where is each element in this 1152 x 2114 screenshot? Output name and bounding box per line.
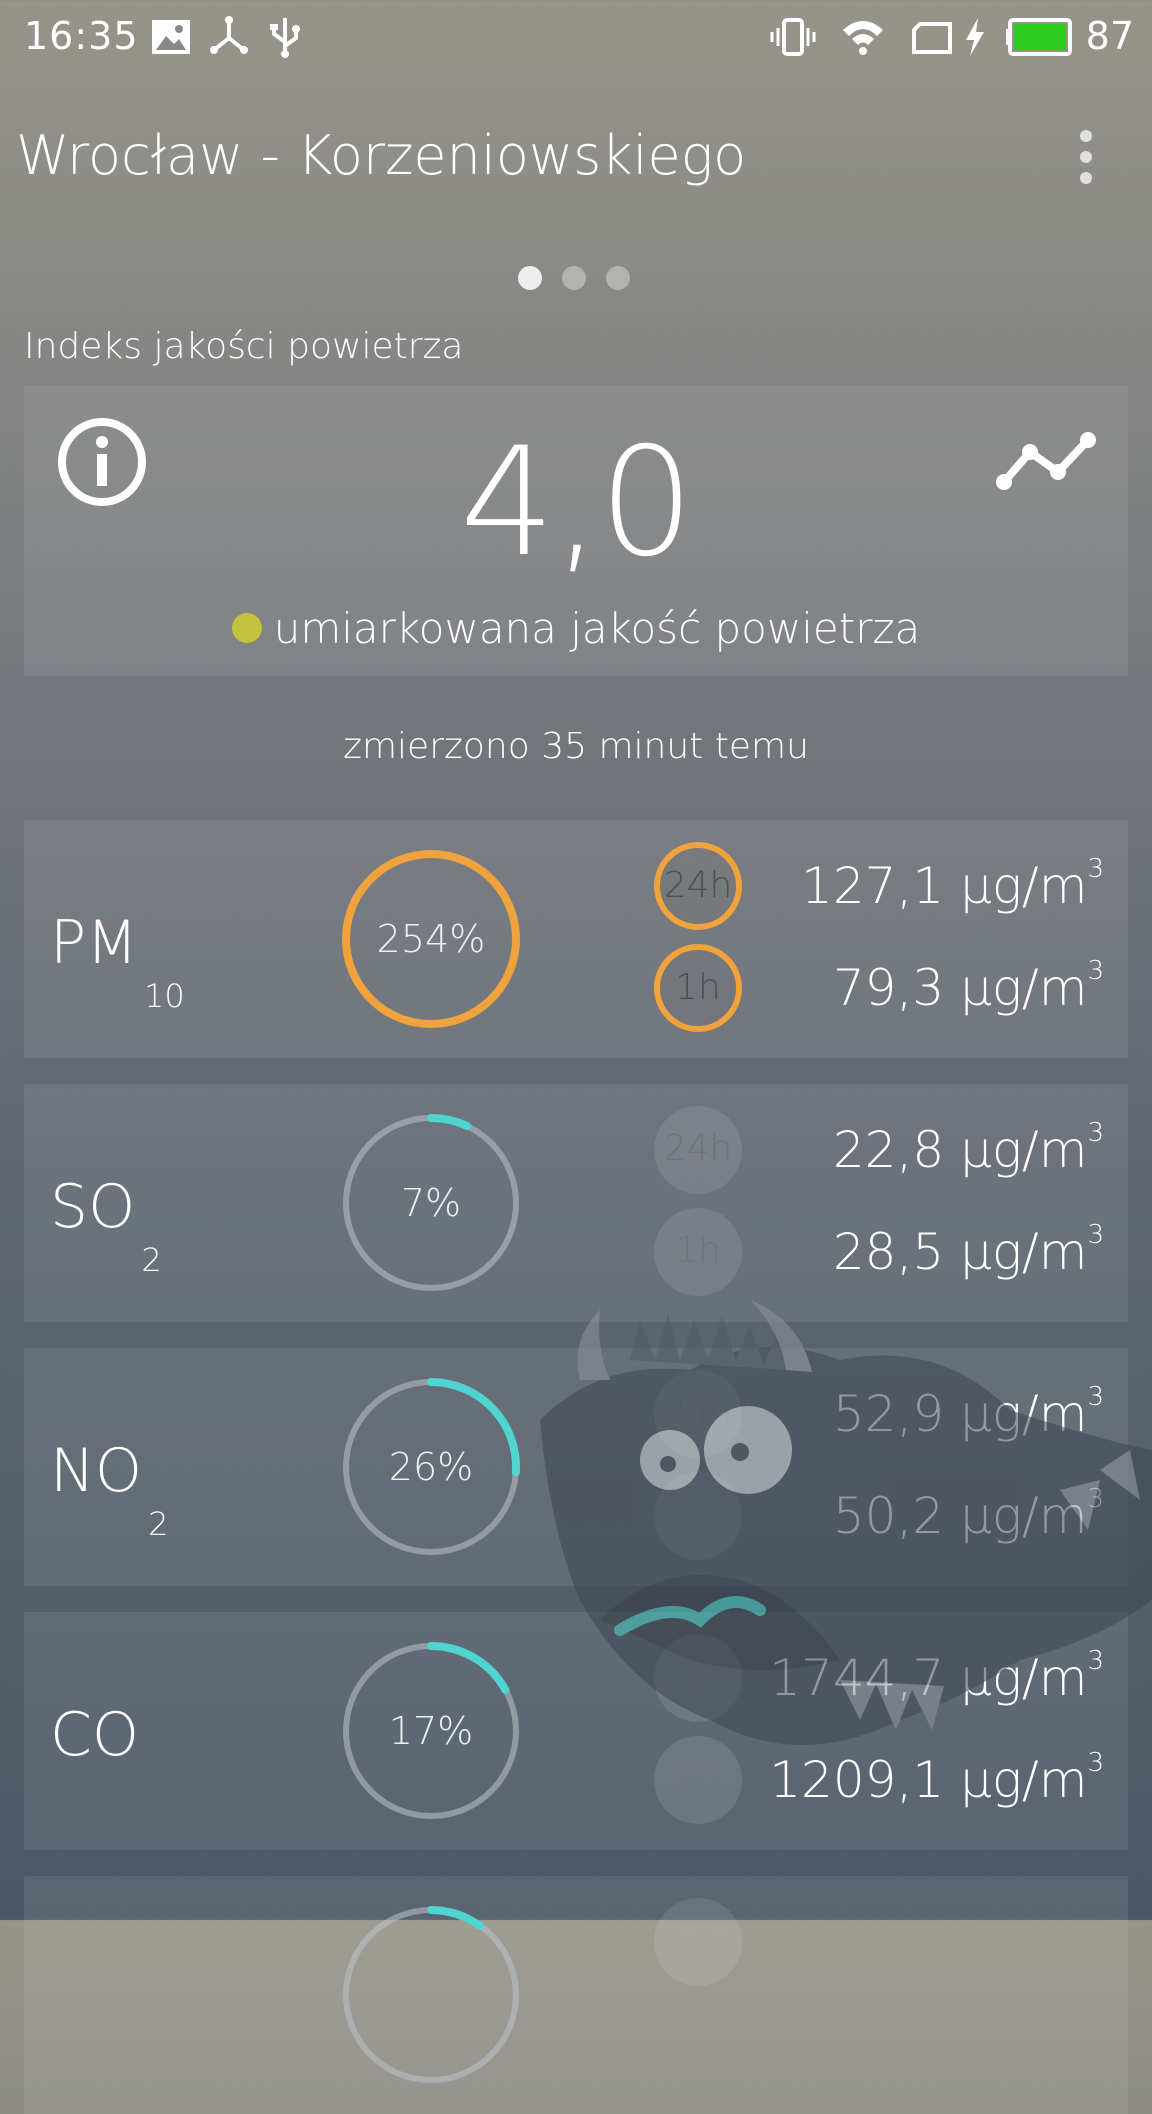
aqi-status: umiarkowana jakość powietrza [24,604,1128,653]
page-dot-2[interactable] [562,266,586,290]
value-1h: 50,2 µg/m3 [832,1484,1104,1545]
value-1h: 28,5 µg/m3 [832,1220,1104,1281]
page-title: Wrocław - Korzeniowskiego [16,124,747,187]
value-24h: 127,1 µg/m3 [801,854,1104,915]
value-1h: 79,3 µg/m3 [832,956,1104,1017]
page-indicator[interactable] [518,266,650,292]
pollutant-name: PM10 [50,908,185,1015]
usb-icon [270,18,300,58]
measurement-time: zmierzono 35 minut temu [343,726,809,767]
value-1h: 1209,1 µg/m3 [769,1748,1104,1809]
gauge-percent: 254% [376,917,486,961]
share-icon [210,16,248,54]
period-24h-badge: 24h [654,1634,742,1722]
gauge-percent: 17% [388,1709,474,1753]
period-1h-badge: 1h [654,1472,742,1560]
wifi-icon [843,21,883,55]
pollutant-card-so2[interactable]: SO2 7% 24h 1h 22,8 µg/m3 28,5 µg/m3 [24,1084,1128,1322]
pollutant-card-next[interactable] [24,1876,1128,2114]
value-24h: 1744,7 µg/m3 [769,1646,1104,1707]
period-1h-badge: 1h [654,944,742,1032]
page-dot-3[interactable] [606,266,630,290]
percent-gauge: 26% [340,1376,522,1558]
pollutant-name: NO2 [50,1436,169,1543]
battery-level: 87 [1085,14,1134,58]
charging-icon [966,18,984,56]
period-1h-badge: 1h [654,1736,742,1824]
percent-gauge: 254% [340,848,522,1030]
image-icon [152,20,190,54]
trend-chart-icon[interactable] [994,428,1100,496]
period-24h-badge: 24h [654,1106,742,1194]
period-1h-badge: 1h [654,1208,742,1296]
pollutant-card-pm10[interactable]: PM10 254% 24h 1h 127,1 µg/m3 79,3 µg/m3 [24,820,1128,1058]
more-vert-icon[interactable] [1066,130,1106,186]
period-24h-badge: 24h [654,842,742,930]
battery-icon [1006,18,1072,56]
index-section-label: Indeks jakości powietrza [24,326,464,367]
pollutant-card-co[interactable]: CO 17% 24h 1h 1744,7 µg/m3 1209,1 µg/m3 [24,1612,1128,1850]
vibrate-icon [770,18,816,56]
percent-gauge: 17% [340,1640,522,1822]
pollutant-card-no2[interactable]: NO2 26% 24h 1h 52,9 µg/m3 50,2 µg/m3 [24,1348,1128,1586]
period-24h-badge: 24h [654,1370,742,1458]
status-time: 16:35 [24,14,139,58]
value-24h: 52,9 µg/m3 [832,1382,1104,1443]
period-badge [654,1898,742,1986]
gauge-percent: 26% [388,1445,474,1489]
pollutant-name: SO2 [50,1172,162,1279]
page-dot-1[interactable] [518,266,542,290]
percent-gauge: 7% [340,1112,522,1294]
aqi-status-text: umiarkowana jakość powietrza [273,604,921,653]
status-dot [231,612,262,643]
gauge-percent: 7% [400,1181,462,1225]
value-24h: 22,8 µg/m3 [832,1118,1104,1179]
percent-gauge [343,1906,519,2083]
sim-icon [912,22,952,54]
pollutant-name: CO [50,1700,140,1770]
status-bar: 16:35 87 [0,0,1152,76]
aqi-value: 4,0 [459,416,695,590]
air-quality-index-card: 4,0 umiarkowana jakość powietrza [24,386,1128,676]
